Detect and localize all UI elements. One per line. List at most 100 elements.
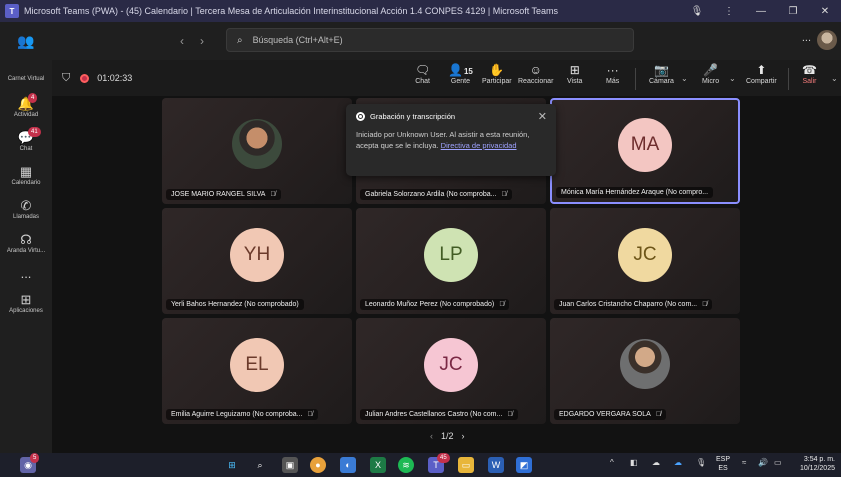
participant-name: Leonardo Muñoz Perez (No comprobado) [365, 301, 495, 308]
search-icon[interactable]: ⌕ [252, 457, 268, 473]
participant-nametag: Juan Carlos Cristancho Chaparro (No com.… [554, 299, 713, 310]
word-icon[interactable]: W [488, 457, 504, 473]
user-avatar[interactable] [817, 30, 837, 50]
participant-name: Julian Andres Castellanos Castro (No com… [365, 411, 503, 418]
view-button[interactable]: ⊞ Vista [567, 62, 582, 85]
rail-item-label: Aranda Virtu... [6, 248, 46, 254]
more-options-button[interactable]: ... [802, 32, 811, 44]
teams-top-bar: 👥 ‹ › ⌕ Búsqueda (Ctrl+Alt+E) ... [0, 22, 841, 60]
wifi-icon[interactable]: ≈ [742, 458, 746, 467]
system-clock[interactable]: 3:54 p. m. 10/12/2025 [800, 455, 835, 473]
excel-icon[interactable]: X [370, 457, 386, 473]
people-button[interactable]: 👤15 Gente [448, 62, 473, 85]
participant-tile[interactable]: LP Leonardo Muñoz Perez (No comprobado) … [356, 208, 546, 314]
participant-initials-avatar: JC [424, 337, 478, 392]
maximize-button[interactable]: ❐ [777, 6, 809, 17]
participant-tile[interactable]: JC Julian Andres Castellanos Castro (No … [356, 318, 546, 424]
camera-button[interactable]: 📷 Cámara [649, 62, 674, 85]
phone-icon: ✆ [20, 198, 32, 213]
chat-badge: 41 [28, 127, 41, 137]
window-menu-icon[interactable]: ⋮ [713, 6, 745, 17]
camera-options-chevron-icon[interactable]: ⌄ [681, 74, 688, 83]
react-button[interactable]: ☺ Reaccionar [518, 62, 553, 85]
participant-name: EDGARDO VERGARA SOLA [559, 411, 651, 418]
leave-button[interactable]: ☎ Salir [802, 62, 817, 85]
search-input[interactable]: ⌕ Búsqueda (Ctrl+Alt+E) [226, 28, 634, 52]
raise-hand-button[interactable]: ✋ Participar [482, 62, 512, 85]
photos-icon[interactable]: ◩ [516, 457, 532, 473]
rail-item-calendar[interactable]: ▦ Calendario [0, 164, 52, 186]
activity-badge: 4 [28, 93, 38, 103]
spotify-icon[interactable]: ≋ [398, 457, 414, 473]
rail-item-activity[interactable]: 🔔 4 Actividad [0, 93, 52, 118]
shield-icon[interactable]: ⛉ [62, 72, 70, 85]
windows-taskbar: ◉ 5 ⊞ ⌕ ▣ ● ◐ X ≋ T 45 ▭ W ◩ ^ ◧ ☁ ☁ 🎙 E… [0, 453, 841, 477]
more-icon: ... [20, 266, 32, 281]
chrome-icon[interactable]: ● [310, 457, 326, 473]
participant-tile[interactable]: EL Emilia Aguirre Leguizamo (No comproba… [162, 318, 352, 424]
mic-button[interactable]: 🎤 Micro [702, 62, 719, 85]
mic-label: Micro [702, 78, 720, 85]
search-placeholder: Búsqueda (Ctrl+Alt+E) [252, 35, 343, 45]
participant-initials-avatar: MA [618, 117, 672, 172]
share-label: Compartir [746, 78, 777, 85]
clock-date: 10/12/2025 [799, 465, 835, 472]
mic-off-icon: 🎙̸ [507, 411, 513, 418]
search-icon: ⌕ [237, 34, 243, 46]
recording-indicator-icon [80, 73, 90, 83]
teams-badge: 45 [437, 453, 450, 463]
participant-tile[interactable]: JOSE MARIO RANGEL SILVA 🎙̸ [162, 98, 352, 204]
back-arrow-icon[interactable]: ‹ [180, 34, 184, 48]
more-actions-button[interactable]: ··· Más [606, 62, 619, 85]
battery-icon[interactable]: ▭ [774, 458, 782, 467]
language-indicator[interactable]: ESP ES [716, 455, 730, 473]
mic-indicator-icon[interactable]: 🎙 [681, 6, 713, 17]
tray-app-icon[interactable]: ◧ [630, 458, 638, 467]
onedrive-icon[interactable]: ☁ [674, 458, 682, 467]
participant-tile[interactable]: YH Yerli Bahos Hernandez (No comprobado) [162, 208, 352, 314]
tray-overflow-icon[interactable]: ^ [610, 458, 614, 467]
hang-up-icon: ☎ [802, 63, 817, 77]
previous-page-icon[interactable]: ‹ [430, 431, 433, 441]
raise-label: Participar [482, 78, 512, 85]
rail-item-chat[interactable]: 💬 41 Chat [0, 127, 52, 152]
participant-tile[interactable]: JC Juan Carlos Cristancho Chaparro (No c… [550, 208, 740, 314]
rail-item-aranda[interactable]: ☊ Aranda Virtu... [0, 232, 52, 254]
share-button[interactable]: ⬆ Compartir [746, 62, 777, 85]
rail-item-calls[interactable]: ✆ Llamadas [0, 198, 52, 220]
tray-cloud-icon[interactable]: ☁ [652, 458, 660, 467]
participants-count: 15 [463, 67, 473, 76]
rail-item-apps[interactable]: ⊞ Aplicaciones [0, 292, 52, 314]
minimize-button[interactable]: — [745, 6, 777, 17]
close-icon[interactable]: ✕ [538, 110, 547, 123]
close-window-button[interactable]: ✕ [809, 6, 841, 17]
next-page-icon[interactable]: › [462, 431, 465, 441]
teams-people-icon[interactable]: 👥 [0, 33, 52, 50]
mic-options-chevron-icon[interactable]: ⌄ [729, 74, 736, 83]
participant-tile[interactable]: EDGARDO VERGARA SOLA 🎙̸ [550, 318, 740, 424]
privacy-policy-link[interactable]: Directiva de privacidad [441, 141, 517, 150]
tray-mic-icon[interactable]: 🎙 [696, 458, 706, 467]
camera-off-icon: 📷 [653, 63, 669, 77]
edge-icon[interactable]: ◐ [340, 457, 356, 473]
camera-label: Cámara [649, 78, 674, 85]
leave-options-chevron-icon[interactable]: ⌄ [831, 74, 838, 83]
volume-icon[interactable]: 🔊 [758, 458, 768, 467]
forward-arrow-icon[interactable]: › [200, 34, 204, 48]
rail-item-carnet-virtual[interactable]: Carnet Virtual [0, 76, 52, 82]
rail-item-label: Chat [19, 146, 33, 152]
participant-tile-active-speaker[interactable]: MA Mónica María Hernández Araque (No com… [550, 98, 740, 204]
participant-initials-avatar: LP [424, 227, 478, 282]
file-explorer-icon[interactable]: ▭ [458, 457, 474, 473]
language-code: ESP [716, 456, 731, 463]
rail-item-more[interactable]: ... [0, 266, 52, 282]
share-icon: ⬆ [756, 63, 767, 77]
task-view-icon[interactable]: ▣ [282, 457, 298, 473]
clock-time: 3:54 p. m. [803, 456, 835, 463]
calendar-icon: ▦ [19, 164, 33, 179]
chat-button[interactable]: 🗨 Chat [415, 62, 430, 85]
app-rail: Carnet Virtual 🔔 4 Actividad 💬 41 Chat ▦… [0, 60, 52, 453]
windows-start-icon[interactable]: ⊞ [224, 457, 240, 473]
rail-item-label: Actividad [13, 112, 39, 118]
participant-name: JOSE MARIO RANGEL SILVA [171, 191, 266, 198]
